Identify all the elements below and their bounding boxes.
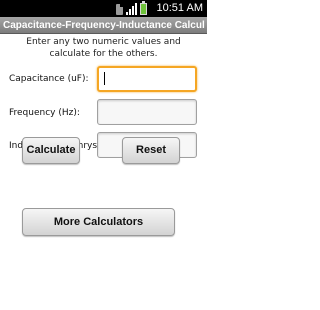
- instructions-line-2: calculate for the others.: [49, 49, 158, 59]
- instructions-text: Enter any two numeric values and calcula…: [0, 36, 207, 60]
- frequency-input[interactable]: [97, 99, 197, 125]
- signal-strength-icon: [126, 3, 137, 15]
- reset-button[interactable]: Reset: [122, 137, 180, 164]
- calculate-button[interactable]: Calculate: [22, 137, 80, 164]
- capacitance-label: Capacitance (uF):: [9, 74, 89, 84]
- sim-card-icon: [116, 4, 123, 15]
- status-icons: [116, 1, 147, 15]
- battery-icon: [140, 1, 147, 15]
- status-bar: 10:51 AM: [0, 0, 207, 17]
- text-cursor: [104, 72, 105, 85]
- capacitance-input[interactable]: [97, 66, 197, 92]
- instructions-line-1: Enter any two numeric values and: [26, 37, 181, 47]
- title-bar: Capacitance-Frequency-Inductance Calcula…: [0, 17, 207, 34]
- frequency-label: Frequency (Hz):: [9, 108, 80, 118]
- status-clock: 10:51 AM: [156, 2, 203, 14]
- more-calculators-button[interactable]: More Calculators: [22, 208, 175, 236]
- app-title: Capacitance-Frequency-Inductance Calcula…: [3, 20, 205, 31]
